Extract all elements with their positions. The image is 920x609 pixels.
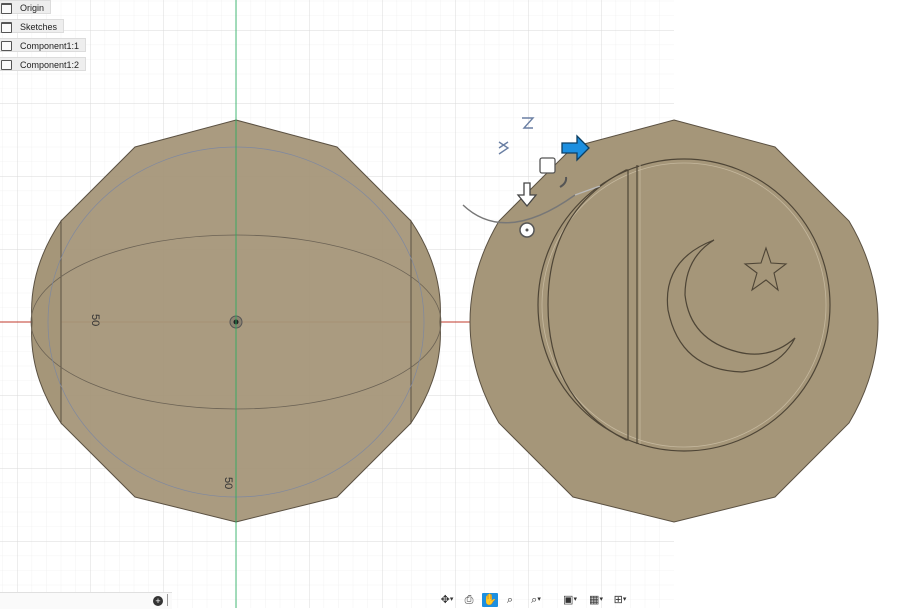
zoom-icon: ⌕ [506,594,514,606]
browser-item-origin[interactable]: Origin [0,0,52,14]
browser-item-label: Sketches [20,22,58,32]
pivot-handle-dot [525,228,529,232]
browser-item-label: Component1:2 [20,60,80,70]
zoom-button[interactable]: ⌕ [502,593,518,607]
component-icon [1,41,12,51]
pan-icon: ✋ [483,594,497,606]
orbit-icon: ✥ [440,594,450,606]
display-settings-icon: ▣ [563,594,574,606]
browser-item-label: Component1:1 [20,41,80,51]
add-comment-icon[interactable]: + [153,596,163,606]
viewports-icon: ⊞ [613,594,623,606]
browser-item-sketches[interactable]: Sketches [0,19,65,33]
canvas-viewport[interactable]: 50 50 [0,0,920,608]
look-at-icon: ⎙ [464,594,474,606]
grid-settings-button[interactable]: ▦▾ [584,593,608,607]
browser-item-label: Origin [20,3,45,13]
browser-item-component1-1[interactable]: Component1:1 [0,38,87,52]
component-icon [1,60,12,70]
navigation-toolbar: ✥▾ ⎙ ✋ ⌕ ⌕▾ ▣▾ ▦▾ ⊞▾ [434,592,634,608]
dimension-vertical[interactable]: 50 [222,477,234,489]
browser-item-component1-2[interactable]: Component1:2 [0,57,87,71]
free-move-square-handle[interactable] [539,157,556,174]
panel-collapse-handle[interactable] [167,594,168,606]
folder-icon [1,22,12,33]
pan-button[interactable]: ✋ [482,593,498,607]
fit-button[interactable]: ⌕▾ [524,593,548,607]
grid-settings-icon: ▦ [589,594,600,606]
orbit-button[interactable]: ✥▾ [436,593,458,607]
display-settings-button[interactable]: ▣▾ [558,593,582,607]
viewports-button[interactable]: ⊞▾ [608,593,632,607]
comments-panel-bar: + [0,592,172,609]
dimension-horizontal[interactable]: 50 [89,314,101,326]
look-at-button[interactable]: ⎙ [462,593,476,607]
folder-icon [1,3,12,14]
